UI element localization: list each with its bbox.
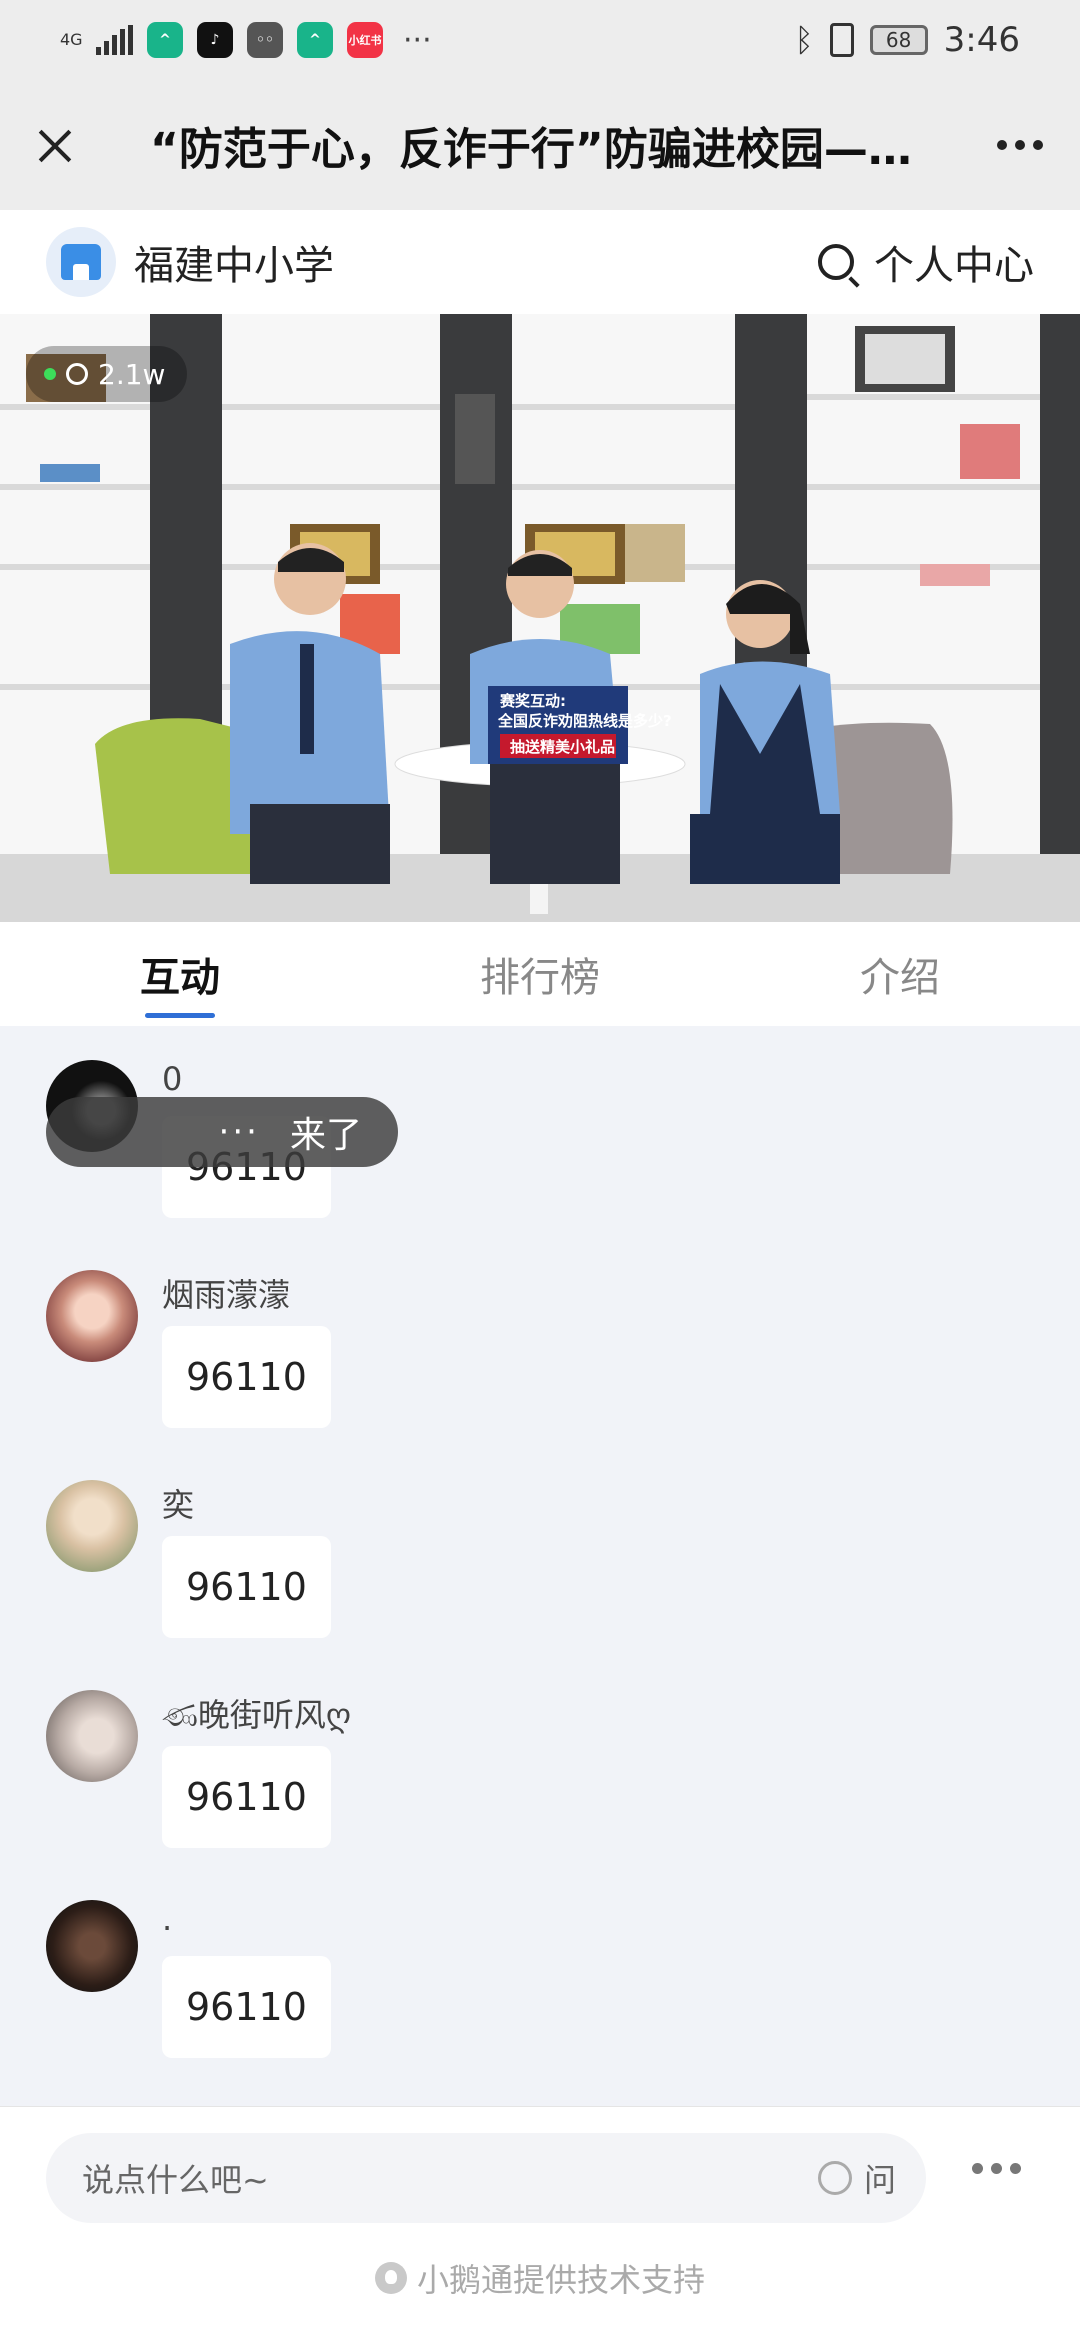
dot-icon	[1010, 2163, 1021, 2174]
clock: 3:46	[943, 20, 1020, 60]
bottom-bar: 说点什么吧~ 问 小鹅通提供技术支持	[0, 2106, 1080, 2340]
status-bar: 4G ^ ♪ ◦◦ ^ 小红书 ··· ᛒ 68 3:46	[0, 0, 1080, 80]
shop-logo[interactable]	[46, 227, 116, 297]
comment-author: .	[162, 1900, 173, 1938]
more-notifications-icon: ···	[403, 22, 432, 58]
radio-icon	[817, 2161, 852, 2195]
nav-bar: “防范于心，反诈于行”防骗进校园—…	[0, 80, 1080, 210]
ask-label: 问	[863, 2161, 896, 2199]
toast-text: 来了	[289, 1115, 362, 1156]
dot-icon	[1033, 140, 1043, 150]
personal-center-link[interactable]: 个人中心	[874, 233, 1034, 291]
comment-bubble: 96110	[162, 1326, 331, 1428]
tab-leaderboard[interactable]: 排行榜	[360, 922, 720, 1026]
comment-input-placeholder: 说点什么吧~	[82, 2161, 269, 2199]
avatar[interactable]	[46, 1690, 138, 1782]
more-actions-button[interactable]	[972, 2163, 1021, 2174]
comment-bubble: 96110	[162, 1956, 331, 2058]
comment-author: 烟雨濛濛	[162, 1276, 291, 1314]
shop-name[interactable]: 福建中小学	[134, 233, 334, 291]
comment-author: ණ晚街听风ღ	[162, 1696, 352, 1734]
status-right: ᛒ 68 3:46	[794, 20, 1020, 60]
app-notification-icon: ^	[297, 22, 333, 58]
comment-bubble: 96110	[162, 1536, 331, 1638]
wechat-icon: ◦◦	[247, 22, 283, 58]
powered-by-text: 小鹅通提供技术支持	[416, 2261, 705, 2299]
close-icon[interactable]	[0, 80, 110, 210]
header-actions: 个人中心	[818, 233, 1034, 291]
avatar[interactable]	[46, 1270, 138, 1362]
live-video-player[interactable]: 赛奖互动: 全国反诈劝阻热线是多少? 抽送精美小礼品	[0, 314, 1080, 922]
video-frame: 赛奖互动: 全国反诈劝阻热线是多少? 抽送精美小礼品	[0, 314, 1080, 922]
tiktok-icon: ♪	[197, 22, 233, 58]
store-icon	[61, 244, 101, 280]
more-options-button[interactable]	[960, 140, 1080, 150]
toast-username: ···	[218, 1112, 260, 1152]
comment-author: 0	[162, 1060, 183, 1098]
vibrate-icon	[829, 23, 854, 57]
powered-by: 小鹅通提供技术支持	[0, 2255, 1080, 2301]
avatar[interactable]	[46, 1480, 138, 1572]
live-dot-icon	[44, 368, 56, 380]
ask-question-toggle[interactable]: 问	[817, 2155, 896, 2201]
join-notification: ··· 来了	[46, 1097, 398, 1167]
app-notification-icon: ^	[147, 22, 183, 58]
status-left: 4G ^ ♪ ◦◦ ^ 小红书 ···	[60, 22, 432, 58]
tab-interaction[interactable]: 互动	[0, 922, 360, 1026]
poster-line-3: 抽送精美小礼品	[510, 738, 615, 756]
person-icon	[66, 363, 88, 385]
network-label: 4G	[60, 30, 83, 49]
signal-icon	[96, 25, 133, 55]
poster-line-2: 全国反诈劝阻热线是多少?	[497, 712, 672, 730]
comment-list[interactable]: 0 96110 烟雨濛濛 96110 奕 96110 ණ晚街听风ღ 96110 …	[0, 1026, 1080, 2106]
comment-author: 奕	[162, 1486, 195, 1524]
poster-line-1: 赛奖互动:	[499, 692, 566, 710]
battery-icon: 68	[869, 25, 928, 55]
dot-icon	[1015, 140, 1025, 150]
comment-bubble: 96110	[162, 1746, 331, 1848]
xiaohongshu-icon: 小红书	[347, 22, 383, 58]
dot-icon	[997, 140, 1007, 150]
viewer-count-badge: 2.1w	[26, 346, 188, 402]
avatar[interactable]	[46, 1900, 138, 1992]
dot-icon	[991, 2163, 1002, 2174]
dot-icon	[972, 2163, 983, 2174]
tab-introduction[interactable]: 介绍	[720, 922, 1080, 1026]
page-title: “防范于心，反诈于行”防骗进校园—…	[150, 124, 912, 175]
tab-bar: 互动 排行榜 介绍	[0, 922, 1080, 1026]
viewer-count: 2.1w	[98, 357, 166, 391]
bluetooth-icon: ᛒ	[794, 21, 814, 59]
shop-header: 福建中小学 个人中心	[0, 210, 1080, 314]
xiaoetong-logo-icon	[374, 2262, 407, 2294]
comment-input[interactable]: 说点什么吧~ 问	[46, 2133, 926, 2223]
search-icon[interactable]	[818, 244, 854, 280]
